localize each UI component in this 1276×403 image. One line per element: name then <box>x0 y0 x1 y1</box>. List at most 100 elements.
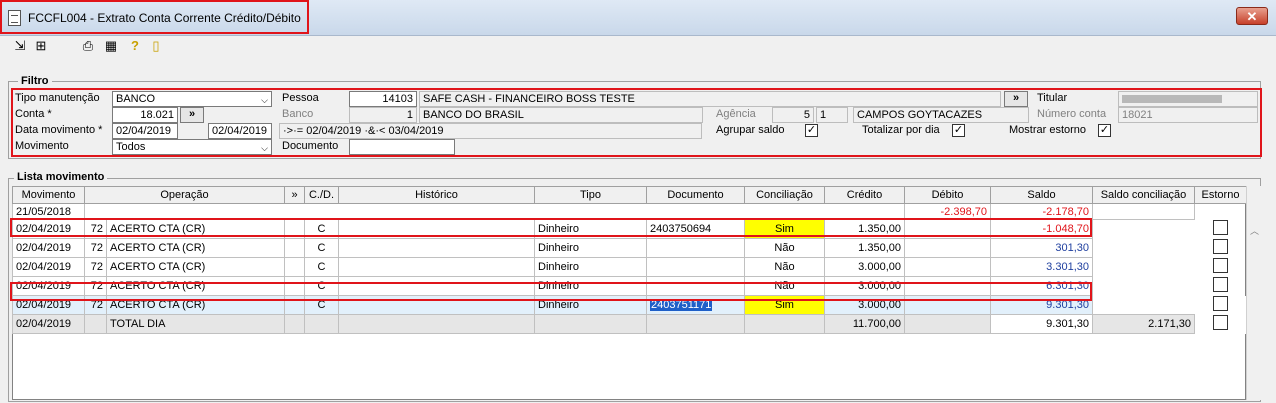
col-conciliacao[interactable]: Conciliação <box>744 186 825 204</box>
table-row[interactable]: 02/04/2019 72 ACERTO CTA (CR) C Dinheiro… <box>12 238 1247 258</box>
col-documento[interactable]: Documento <box>646 186 745 204</box>
table-row[interactable]: 02/04/2019 72 ACERTO CTA (CR) C Dinheiro… <box>12 257 1247 277</box>
data-ate-input[interactable]: 02/04/2019 <box>208 123 272 139</box>
cell-debito <box>904 314 991 334</box>
conta-input[interactable]: 18.021 <box>112 107 178 123</box>
cell-credito: 3.000,00 <box>824 257 905 277</box>
tipo-manutencao-select[interactable]: BANCO ⌵ <box>112 91 272 107</box>
movimento-table: Movimento Operação » C./D. Histórico Tip… <box>12 186 1247 334</box>
scroll-up-icon[interactable]: ︿ <box>1250 224 1259 237</box>
table-header-row: Movimento Operação » C./D. Histórico Tip… <box>12 186 1247 204</box>
cell-historico <box>338 238 535 258</box>
movimento-label: Movimento <box>15 140 69 152</box>
conta-search-button[interactable]: » <box>180 107 204 123</box>
mostrar-estorno-label: Mostrar estorno <box>1009 124 1087 136</box>
cell-saldo: 301,30 <box>990 238 1093 258</box>
col-operacao[interactable]: Operação <box>84 186 285 204</box>
numero-conta-field: 18021 <box>1118 107 1258 123</box>
estorno-checkbox[interactable] <box>1213 276 1228 292</box>
cell-credito: 11.700,00 <box>824 314 905 334</box>
data-movimento-label: Data movimento * <box>15 124 103 136</box>
cell-operacao-id: 72 <box>84 257 107 277</box>
col-historico[interactable]: Histórico <box>338 186 535 204</box>
document-icon <box>8 10 21 26</box>
estorno-checkbox[interactable] <box>1213 257 1228 273</box>
agencia-label: Agência <box>716 108 756 120</box>
estorno-checkbox[interactable] <box>1213 219 1228 235</box>
cell-debito <box>904 238 991 258</box>
estorno-checkbox-cell <box>1195 257 1247 277</box>
col-movimento[interactable]: Movimento <box>12 186 85 204</box>
cell-credito: 1.350,00 <box>824 238 905 258</box>
filtro-legend: Filtro <box>18 75 52 87</box>
help-icon[interactable]: ? <box>127 38 143 54</box>
banco-nome-field: BANCO DO BRASIL <box>419 107 703 123</box>
cell-movimento: 02/04/2019 <box>12 238 85 258</box>
cell-tipo: Dinheiro <box>534 238 647 258</box>
vertical-scrollbar[interactable]: ︿ <box>1246 186 1262 400</box>
pessoa-search-button[interactable]: » <box>1004 91 1028 107</box>
pessoa-id-input[interactable]: 14103 <box>349 91 417 107</box>
cell-documento <box>646 257 745 277</box>
total-row: 02/04/2019 TOTAL DIA 11.700,00 9.301,30 … <box>12 314 1247 334</box>
col-saldo-conciliacao[interactable]: Saldo conciliação <box>1092 186 1195 204</box>
estorno-checkbox-cell <box>1194 295 1247 315</box>
conta-label: Conta * <box>15 108 52 120</box>
cell-saldo: 3.301,30 <box>990 257 1093 277</box>
cell-operacao-id: 72 <box>84 238 107 258</box>
agrupar-saldo-label: Agrupar saldo <box>716 124 785 136</box>
estorno-checkbox-cell <box>1194 314 1247 334</box>
estorno-checkbox-cell <box>1195 219 1247 239</box>
totalizar-checkbox[interactable]: ✓ <box>952 124 965 137</box>
estorno-checkbox-cell <box>1195 276 1247 296</box>
tree-icon[interactable]: ⊞ <box>33 38 49 54</box>
cell-documento <box>646 238 745 258</box>
cell-estorno <box>1092 203 1195 220</box>
agencia-field-2: 1 <box>816 107 848 123</box>
col-debito[interactable]: Débito <box>904 186 991 204</box>
agencia-field-1: 5 <box>772 107 814 123</box>
cell-saldo-conciliacao: 2.171,30 <box>1092 314 1195 334</box>
cell-movimento: 02/04/2019 <box>12 257 85 277</box>
cell-debito <box>904 257 991 277</box>
cell-cd: C <box>304 238 339 258</box>
agrupar-saldo-checkbox[interactable]: ✓ <box>805 124 818 137</box>
agencia-nome-field: CAMPOS GOYTACAZES <box>853 107 1029 123</box>
documento-label: Documento <box>282 140 339 152</box>
print-icon[interactable]: ⎙ <box>80 38 96 54</box>
mostrar-estorno-checkbox[interactable]: ✓ <box>1098 124 1111 137</box>
numero-conta-label: Número conta <box>1037 108 1107 120</box>
banco-id-field: 1 <box>349 107 417 123</box>
tipo-manutencao-label: Tipo manutenção <box>15 92 100 104</box>
cell-saldo: 9.301,30 <box>990 314 1093 334</box>
exit-icon[interactable]: ⇲ <box>12 38 28 54</box>
chevron-down-icon: ⌵ <box>261 95 268 105</box>
col-estorno[interactable]: Estorno <box>1194 186 1247 204</box>
totalizar-label: Totalizar por dia <box>862 124 940 136</box>
movimento-select[interactable]: Todos ⌵ <box>112 139 272 155</box>
row-highlight-box <box>10 282 1092 301</box>
documento-input[interactable] <box>349 139 455 155</box>
col-saldo[interactable]: Saldo <box>990 186 1093 204</box>
grid-icon[interactable]: ▦ <box>103 38 119 54</box>
pessoa-nome-field: SAFE CASH - FINANCEIRO BOSS TESTE <box>419 91 1001 107</box>
cell-movimento: 02/04/2019 <box>12 314 85 334</box>
col-credito[interactable]: Crédito <box>824 186 905 204</box>
estorno-checkbox[interactable] <box>1213 238 1228 254</box>
window-title: FCCFL004 - Extrato Conta Corrente Crédit… <box>28 11 301 25</box>
estorno-checkbox[interactable] <box>1213 314 1229 330</box>
col-cd[interactable]: C./D. <box>304 186 339 204</box>
col-expand[interactable]: » <box>284 186 305 204</box>
cell-operacao: ACERTO CTA (CR) <box>106 257 285 277</box>
chevron-down-icon: ⌵ <box>261 143 268 153</box>
cell-operacao: ACERTO CTA (CR) <box>106 238 285 258</box>
data-de-input[interactable]: 02/04/2019 <box>112 123 178 139</box>
estorno-checkbox[interactable] <box>1213 295 1228 311</box>
pessoa-label: Pessoa <box>282 92 319 104</box>
cell-tipo: Dinheiro <box>534 257 647 277</box>
col-tipo[interactable]: Tipo <box>534 186 647 204</box>
titular-field <box>1118 91 1258 107</box>
cell-historico <box>338 257 535 277</box>
door-icon[interactable]: ▯ <box>148 38 164 54</box>
close-button[interactable]: ✕ <box>1236 7 1268 25</box>
